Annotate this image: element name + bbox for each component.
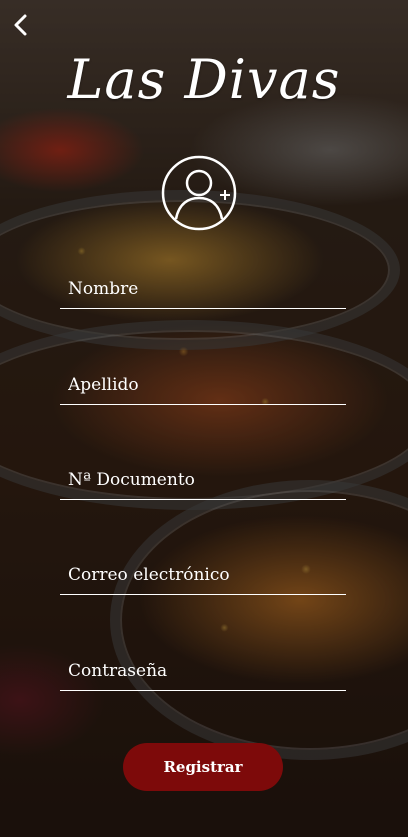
- first-name-input[interactable]: [60, 270, 346, 308]
- last-name-input[interactable]: [60, 366, 346, 404]
- background-overlay: [0, 0, 408, 837]
- password-field-wrapper: [60, 652, 346, 691]
- email-input[interactable]: [60, 556, 346, 594]
- brand-logo: Las Divas: [67, 48, 341, 111]
- user-add-icon: [161, 155, 237, 231]
- chevron-left-icon: [14, 14, 27, 36]
- document-number-input[interactable]: [60, 461, 346, 499]
- email-field-wrapper: [60, 556, 346, 595]
- first-name-field-wrapper: [60, 270, 346, 309]
- document-number-field-wrapper: [60, 461, 346, 500]
- password-input[interactable]: [60, 652, 346, 690]
- back-button[interactable]: [8, 12, 34, 38]
- register-button[interactable]: Registrar: [123, 743, 283, 791]
- last-name-field-wrapper: [60, 366, 346, 405]
